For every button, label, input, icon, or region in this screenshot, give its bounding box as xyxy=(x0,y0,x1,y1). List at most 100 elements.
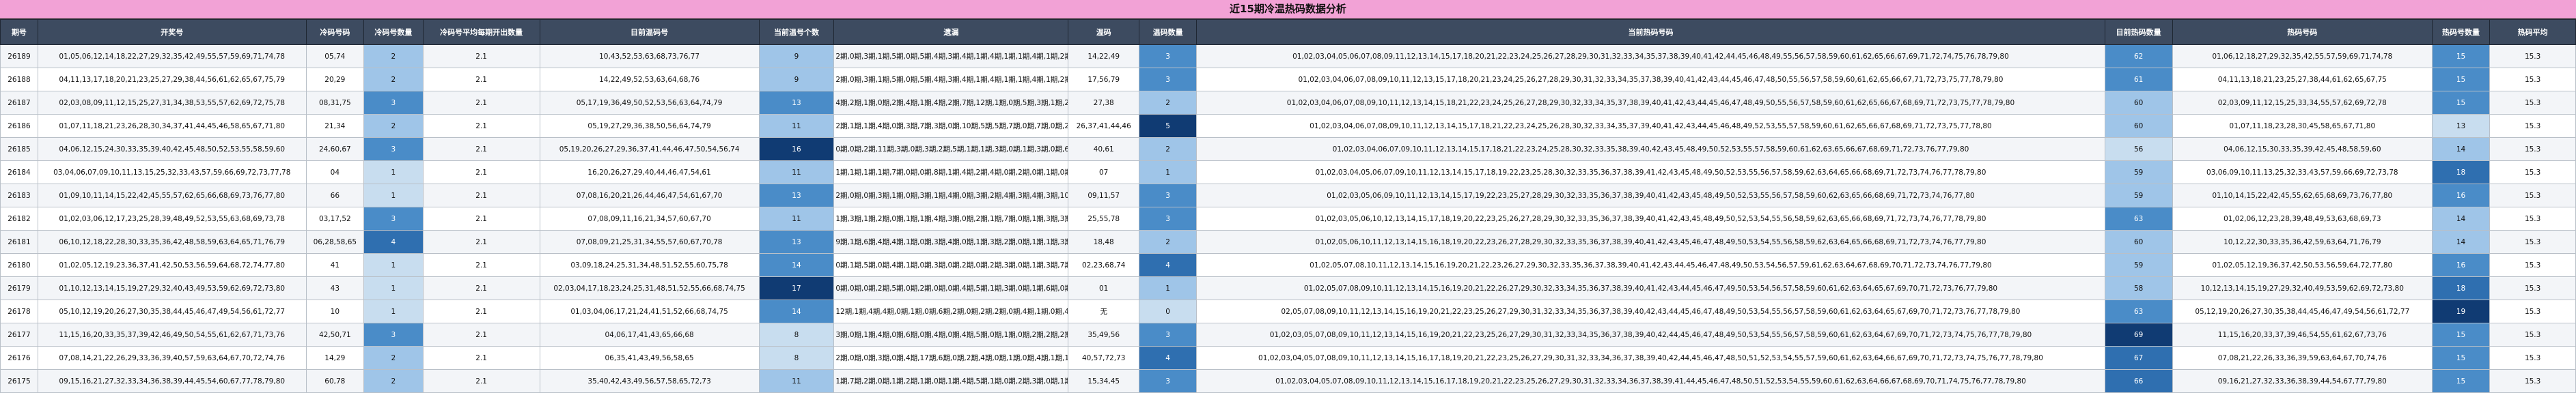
cell-current-warm: 05,19,27,29,36,38,50,56,64,74,79 xyxy=(539,114,760,138)
header-current-hot[interactable]: 当前热码号码 xyxy=(1196,19,2105,45)
cell-draw-numbers: 11,15,16,20,33,35,37,39,42,46,49,50,54,5… xyxy=(37,323,307,347)
cell-issue: 26178 xyxy=(0,300,38,323)
table-row: 26181 06,10,12,18,22,28,30,33,35,36,42,48… xyxy=(0,230,2576,254)
cell-cold-count: 3 xyxy=(363,91,424,115)
cell-cold-count: 2 xyxy=(363,44,424,68)
cell-hot-numbers: 01,07,11,18,23,28,30,45,58,65,67,71,80 xyxy=(2172,114,2433,138)
header-warm-current-count[interactable]: 当前温号个数 xyxy=(758,19,835,45)
cell-warm-current-count: 8 xyxy=(758,346,835,370)
cell-hot-numbers: 11,15,16,20,33,37,39,46,54,55,61,62,67,7… xyxy=(2172,323,2433,347)
table-row: 26178 05,10,12,19,20,26,27,30,35,38,44,45… xyxy=(0,300,2576,323)
cell-cold-numbers: 24,60,67 xyxy=(305,137,365,161)
cell-hot-count: 18 xyxy=(2431,276,2491,300)
cell-current-hot: 02,05,07,08,09,10,11,12,13,14,15,16,19,2… xyxy=(1196,300,2105,323)
cell-hot-current-count: 59 xyxy=(2104,184,2173,207)
cell-cold-numbers: 04 xyxy=(305,160,365,184)
cell-warm-numbers: 01 xyxy=(1068,276,1139,300)
header-hot-count[interactable]: 热码号数量 xyxy=(2431,19,2491,45)
cell-warm-current-count: 9 xyxy=(758,44,835,68)
cell-current-warm: 07,08,09,11,16,21,34,57,60,67,70 xyxy=(539,207,760,231)
cell-cold-numbers: 66 xyxy=(305,184,365,207)
cell-warm-count: 3 xyxy=(1138,184,1197,207)
cell-issue: 26177 xyxy=(0,323,38,347)
header-current-warm[interactable]: 目前温码号 xyxy=(539,19,760,45)
cell-current-hot: 01,02,03,05,07,08,09,10,11,12,13,14,15,1… xyxy=(1196,323,2105,347)
header-draw-numbers[interactable]: 开奖号 xyxy=(37,19,307,45)
cell-hot-numbers: 04,11,13,18,21,23,25,27,38,44,61,62,65,6… xyxy=(2172,68,2433,91)
header-hot-average[interactable]: 热码平均 xyxy=(2489,19,2576,45)
cell-draw-numbers: 04,06,12,15,24,30,33,35,39,40,42,45,48,5… xyxy=(37,137,307,161)
cell-cold-count: 3 xyxy=(363,207,424,231)
header-issue[interactable]: 期号 xyxy=(0,19,38,45)
table-row: 26185 04,06,12,15,24,30,33,35,39,40,42,45… xyxy=(0,137,2576,161)
cell-hot-count: 15 xyxy=(2431,44,2491,68)
cell-warm-current-count: 13 xyxy=(758,91,835,115)
table-body: 26189 01,05,06,12,14,18,22,27,29,32,35,42… xyxy=(0,44,2576,393)
cell-hot-numbers: 01,02,05,12,19,36,37,42,50,53,56,59,64,7… xyxy=(2172,253,2433,277)
cell-hot-numbers: 10,12,22,30,33,35,36,42,59,63,64,71,76,7… xyxy=(2172,230,2433,254)
cell-omission: 12期,1期,4期,4期,0期,1期,0期,6期,2期,0期,2期,2期,0期,… xyxy=(833,300,1069,323)
cell-hot-current-count: 60 xyxy=(2104,114,2173,138)
cell-hot-current-count: 67 xyxy=(2104,346,2173,370)
cell-issue: 26180 xyxy=(0,253,38,277)
table-title: 近15期冷温热码数据分析 xyxy=(0,0,2576,19)
cell-cold-average: 2.1 xyxy=(422,300,540,323)
cell-hot-current-count: 60 xyxy=(2104,230,2173,254)
cell-warm-numbers: 14,22,49 xyxy=(1068,44,1139,68)
cell-cold-numbers: 03,17,52 xyxy=(305,207,365,231)
cell-cold-average: 2.1 xyxy=(422,230,540,254)
cell-warm-current-count: 9 xyxy=(758,68,835,91)
cell-current-warm: 07,08,09,21,25,31,34,55,57,60,67,70,78 xyxy=(539,230,760,254)
table-row: 26187 02,03,08,09,11,12,15,25,27,31,34,38… xyxy=(0,91,2576,115)
cell-warm-count: 3 xyxy=(1138,44,1197,68)
cell-omission: 4期,2期,1期,0期,2期,4期,1期,4期,2期,7期,12期,1期,0期,… xyxy=(833,91,1069,115)
cell-cold-numbers: 42,50,71 xyxy=(305,323,365,347)
header-cold-count[interactable]: 冷码号数量 xyxy=(363,19,424,45)
header-omission[interactable]: 遗漏 xyxy=(833,19,1069,45)
cell-hot-numbers: 04,06,12,15,30,33,35,39,42,45,48,58,59,6… xyxy=(2172,137,2433,161)
cell-draw-numbers: 01,09,10,11,14,15,22,42,45,55,57,62,65,6… xyxy=(37,184,307,207)
cell-draw-numbers: 01,02,03,06,12,17,23,25,28,39,48,49,52,5… xyxy=(37,207,307,231)
cell-hot-average: 15.3 xyxy=(2489,137,2576,161)
table-row: 26183 01,09,10,11,14,15,22,42,45,55,57,62… xyxy=(0,184,2576,207)
header-hot-numbers[interactable]: 热码号码 xyxy=(2172,19,2433,45)
cell-issue: 26187 xyxy=(0,91,38,115)
cell-hot-average: 15.3 xyxy=(2489,207,2576,231)
cell-cold-average: 2.1 xyxy=(422,114,540,138)
header-warm-count[interactable]: 温码数量 xyxy=(1138,19,1197,45)
cell-issue: 26179 xyxy=(0,276,38,300)
header-hot-current-count[interactable]: 目前热码数量 xyxy=(2104,19,2173,45)
cell-issue: 26183 xyxy=(0,184,38,207)
cell-cold-average: 2.1 xyxy=(422,207,540,231)
header-cold-numbers[interactable]: 冷码号码 xyxy=(305,19,365,45)
cell-cold-numbers: 06,28,58,65 xyxy=(305,230,365,254)
cell-hot-average: 15.3 xyxy=(2489,68,2576,91)
cell-cold-numbers: 20,29 xyxy=(305,68,365,91)
header-cold-average[interactable]: 冷码号平均每期开出数量 xyxy=(422,19,540,45)
cell-hot-current-count: 56 xyxy=(2104,137,2173,161)
cell-current-hot: 01,02,05,07,08,10,11,12,13,14,15,16,19,2… xyxy=(1196,253,2105,277)
cell-warm-current-count: 14 xyxy=(758,253,835,277)
cell-draw-numbers: 01,05,06,12,14,18,22,27,29,32,35,42,49,5… xyxy=(37,44,307,68)
cell-current-hot: 01,02,03,05,06,09,10,11,12,13,14,15,17,1… xyxy=(1196,184,2105,207)
cell-warm-count: 1 xyxy=(1138,276,1197,300)
cell-cold-average: 2.1 xyxy=(422,44,540,68)
cell-omission: 2期,0期,0期,3期,1期,0期,3期,1期,4期,0期,3期,2期,4期,3… xyxy=(833,184,1069,207)
cell-current-warm: 03,09,18,24,25,31,34,48,51,52,55,60,75,7… xyxy=(539,253,760,277)
cell-hot-numbers: 07,08,21,22,26,33,36,39,59,63,64,67,70,7… xyxy=(2172,346,2433,370)
cell-warm-count: 4 xyxy=(1138,253,1197,277)
table-row: 26188 04,11,13,17,18,20,21,23,25,27,29,38… xyxy=(0,68,2576,91)
cell-current-warm: 16,20,26,27,29,40,44,46,47,54,61 xyxy=(539,160,760,184)
cell-current-warm: 05,19,20,26,27,29,36,37,41,44,46,47,50,5… xyxy=(539,137,760,161)
cell-warm-count: 4 xyxy=(1138,346,1197,370)
cell-warm-current-count: 11 xyxy=(758,207,835,231)
cell-warm-count: 2 xyxy=(1138,137,1197,161)
header-warm-numbers[interactable]: 温码 xyxy=(1068,19,1139,45)
cell-cold-average: 2.1 xyxy=(422,184,540,207)
cell-current-hot: 01,02,03,04,05,06,07,08,09,11,12,13,14,1… xyxy=(1196,44,2105,68)
cell-cold-numbers: 14,29 xyxy=(305,346,365,370)
cell-cold-count: 4 xyxy=(363,230,424,254)
cell-current-warm: 04,06,17,41,43,65,66,68 xyxy=(539,323,760,347)
header-row: 期号 开奖号 冷码号码 冷码号数量 冷码号平均每期开出数量 目前温码号 当前温号… xyxy=(0,19,2576,45)
cell-hot-count: 15 xyxy=(2431,323,2491,347)
